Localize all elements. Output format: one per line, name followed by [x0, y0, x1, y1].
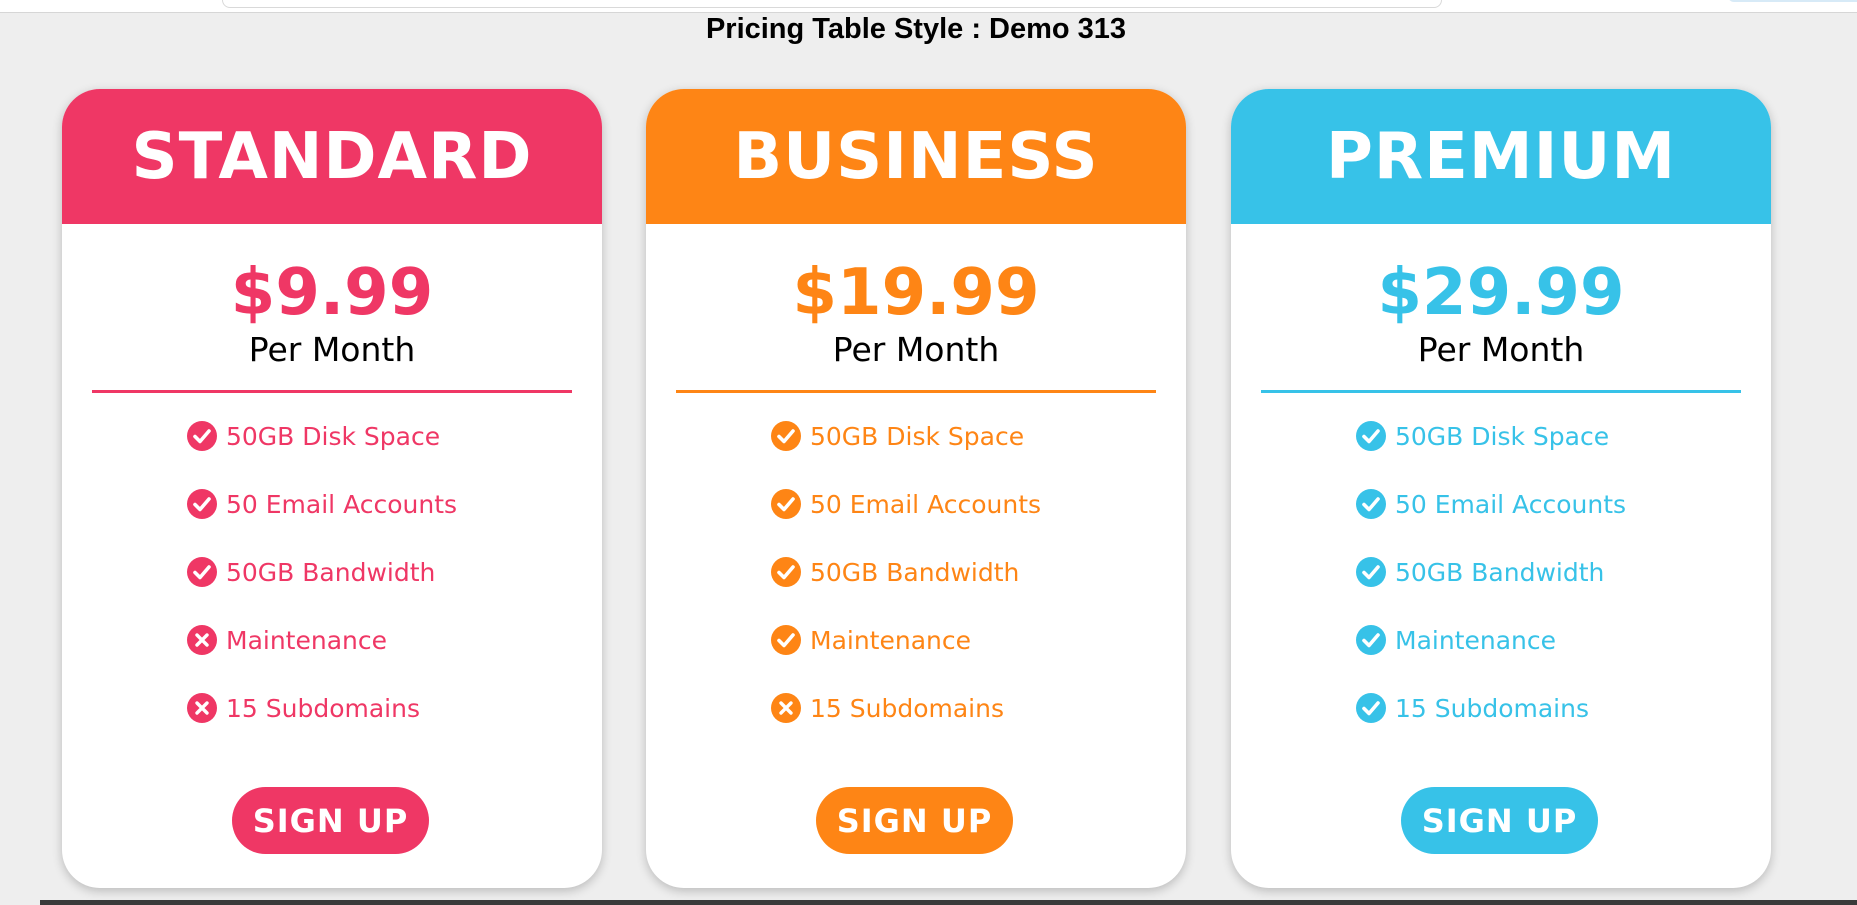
feature-item: 50GB Disk Space [1356, 419, 1771, 453]
pricing-card-business: BUSINESS $19.99 Per Month 50GB Disk Spac… [646, 89, 1186, 888]
feature-item: Maintenance [1356, 623, 1771, 657]
signup-button[interactable]: SIGN UP [1401, 787, 1598, 854]
feature-item: 50GB Disk Space [771, 419, 1186, 453]
plan-period: Per Month [832, 330, 1000, 369]
x-mark-glyph [195, 633, 209, 647]
check-circle-icon [1356, 693, 1386, 723]
feature-item: Maintenance [187, 623, 602, 657]
plan-name: BUSINESS [733, 119, 1099, 194]
browser-toolbar-pill[interactable] [1728, 0, 1857, 2]
plan-name: STANDARD [131, 119, 533, 194]
check-circle-icon [771, 625, 801, 655]
check-mark-glyph [777, 497, 795, 512]
check-mark-glyph [1362, 497, 1380, 512]
check-mark-glyph [1362, 701, 1380, 716]
feature-item: 50GB Bandwidth [1356, 555, 1771, 589]
check-mark-glyph [1362, 565, 1380, 580]
check-circle-icon [771, 421, 801, 451]
check-circle-icon [1356, 625, 1386, 655]
feature-label: 50GB Disk Space [1395, 421, 1610, 451]
card-header: BUSINESS [646, 89, 1186, 224]
divider [92, 390, 572, 393]
feature-label: Maintenance [810, 625, 971, 655]
check-mark-glyph [1362, 429, 1380, 444]
feature-label: 50GB Bandwidth [1395, 557, 1605, 587]
card-header: PREMIUM [1231, 89, 1771, 224]
plan-name: PREMIUM [1325, 119, 1677, 194]
signup-button[interactable]: SIGN UP [816, 787, 1013, 854]
feature-item: Maintenance [771, 623, 1186, 657]
check-mark-glyph [1362, 633, 1380, 648]
feature-label: 50GB Bandwidth [810, 557, 1020, 587]
plan-price: $19.99 [792, 256, 1040, 330]
feature-item: 50GB Disk Space [187, 419, 602, 453]
x-mark-glyph [779, 701, 793, 715]
divider [676, 390, 1156, 393]
check-circle-icon [1356, 557, 1386, 587]
feature-item: 15 Subdomains [771, 691, 1186, 725]
feature-label: 15 Subdomains [810, 693, 1004, 723]
feature-label: 50GB Bandwidth [226, 557, 436, 587]
divider [1261, 390, 1741, 393]
feature-label: 50 Email Accounts [226, 489, 458, 519]
x-mark-glyph [195, 701, 209, 715]
check-mark-glyph [777, 633, 795, 648]
pricing-card-premium: PREMIUM $29.99 Per Month 50GB Disk Space… [1231, 89, 1771, 888]
bottom-scroll-strip [40, 900, 1857, 905]
feature-list: 50GB Disk Space 50 Email Accounts 50GB B… [646, 419, 1186, 725]
check-circle-icon [1356, 489, 1386, 519]
feature-label: 50GB Disk Space [810, 421, 1025, 451]
check-mark-glyph [193, 497, 211, 512]
feature-label: 50 Email Accounts [810, 489, 1042, 519]
x-circle-icon [771, 693, 801, 723]
feature-label: 15 Subdomains [226, 693, 420, 723]
x-circle-icon [187, 625, 217, 655]
check-circle-icon [771, 557, 801, 587]
feature-item: 15 Subdomains [1356, 691, 1771, 725]
feature-item: 50GB Bandwidth [187, 555, 602, 589]
plan-price: $9.99 [230, 256, 434, 330]
address-bar[interactable] [222, 0, 1442, 8]
feature-label: Maintenance [226, 625, 387, 655]
x-circle-icon [187, 693, 217, 723]
feature-item: 50 Email Accounts [187, 487, 602, 521]
feature-list: 50GB Disk Space 50 Email Accounts 50GB B… [62, 419, 602, 725]
check-circle-icon [187, 489, 217, 519]
page-title: Pricing Table Style : Demo 313 [705, 13, 1127, 45]
card-header: STANDARD [62, 89, 602, 224]
feature-item: 50 Email Accounts [771, 487, 1186, 521]
check-circle-icon [187, 421, 217, 451]
feature-label: 50GB Disk Space [226, 421, 441, 451]
signup-button[interactable]: SIGN UP [232, 787, 429, 854]
plan-period: Per Month [1417, 330, 1585, 369]
feature-item: 15 Subdomains [187, 691, 602, 725]
check-mark-glyph [193, 565, 211, 580]
check-mark-glyph [777, 429, 795, 444]
check-circle-icon [1356, 421, 1386, 451]
feature-label: Maintenance [1395, 625, 1556, 655]
feature-item: 50GB Bandwidth [771, 555, 1186, 589]
check-mark-glyph [777, 565, 795, 580]
check-circle-icon [771, 489, 801, 519]
pricing-card-standard: STANDARD $9.99 Per Month 50GB Disk Space… [62, 89, 602, 888]
plan-price: $29.99 [1377, 256, 1625, 330]
check-circle-icon [187, 557, 217, 587]
feature-item: 50 Email Accounts [1356, 487, 1771, 521]
feature-list: 50GB Disk Space 50 Email Accounts 50GB B… [1231, 419, 1771, 725]
feature-label: 50 Email Accounts [1395, 489, 1627, 519]
plan-period: Per Month [248, 330, 416, 369]
feature-label: 15 Subdomains [1395, 693, 1589, 723]
check-mark-glyph [193, 429, 211, 444]
